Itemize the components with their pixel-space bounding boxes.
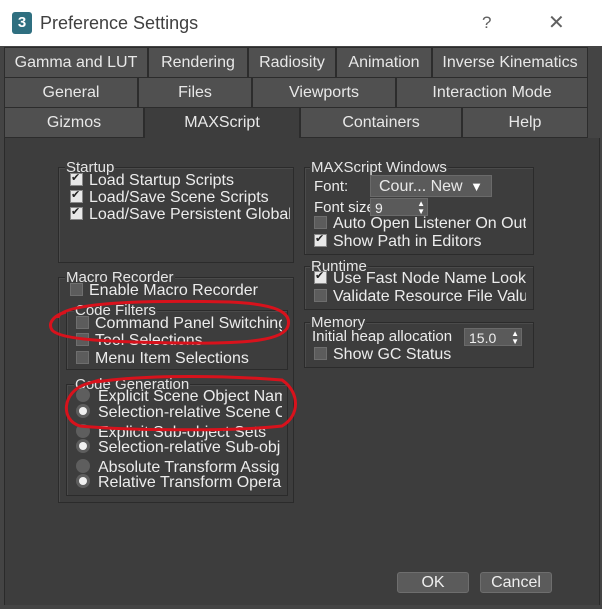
annotation-circle-code-generation bbox=[64, 375, 297, 432]
annotation-circle-code-filters bbox=[49, 299, 291, 345]
red-annotation-marks bbox=[49, 299, 297, 432]
